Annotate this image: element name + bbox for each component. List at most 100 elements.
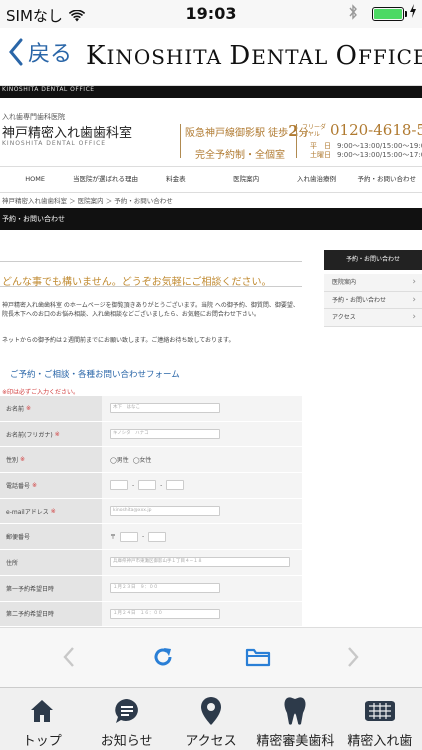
office-hours: 平 日 9:00～13:00/15:00～19:00 土曜日 9:00～13:00/… bbox=[310, 142, 422, 160]
title-part-ental: ENTAL bbox=[251, 45, 336, 69]
form-label: お名前 ※ bbox=[0, 396, 102, 421]
chevron-right-icon: › bbox=[412, 277, 416, 287]
form-row-postal: 郵便番号 〒 - bbox=[0, 524, 302, 551]
battery-tip bbox=[405, 11, 407, 17]
form-row-address: 住所 兵庫県神戸市東灘区御影山手１丁目４−１８ bbox=[0, 550, 302, 576]
sidebar-item-contact[interactable]: 予約・お問い合わせ › bbox=[324, 291, 422, 309]
hours-row: 土曜日 9:00～13:00/15:00～17:00 bbox=[310, 151, 422, 159]
reload-button[interactable] bbox=[148, 642, 178, 672]
tab-news[interactable]: お知らせ bbox=[84, 688, 168, 750]
page-header-bar: 予約・お問い合わせ bbox=[0, 208, 422, 230]
header-divider-2 bbox=[296, 124, 297, 158]
form-row-phone: 電話番号 ※ - - bbox=[0, 473, 302, 499]
form-row-pref1: 第一予約希望日時 １月２３日 ９：００ bbox=[0, 575, 302, 602]
clinic-subtitle: 入れ歯専門歯科医院 bbox=[2, 113, 65, 121]
postal-input-1[interactable] bbox=[120, 531, 139, 542]
kana-input[interactable]: キノシタ ハナコ bbox=[110, 429, 220, 440]
gender-female-radio[interactable]: ◯女性 bbox=[133, 455, 152, 464]
form-label: 電話番号 ※ bbox=[0, 473, 102, 498]
nav-contact[interactable]: 予約・お問い合わせ bbox=[352, 167, 422, 192]
reservation-note: ネットからの御予約は２週間前までにお願い致します。ご連絡お待ち致しております。 bbox=[2, 337, 235, 344]
pref2-input[interactable]: １月２４日 １６：００ bbox=[110, 608, 220, 619]
name-input[interactable]: 木下 はなこ bbox=[110, 403, 220, 414]
message-icon bbox=[110, 696, 144, 726]
required-note: ※印は必ずご入力ください。 bbox=[2, 389, 80, 396]
phone-input-3[interactable] bbox=[166, 480, 185, 491]
tab-bar: トップ お知らせ アクセス 精密審美歯科 精密入れ歯 bbox=[0, 687, 422, 750]
chevron-right-icon: › bbox=[412, 312, 416, 322]
chevron-left-icon bbox=[63, 647, 74, 667]
tab-label: 精密入れ歯 bbox=[347, 734, 413, 749]
form-row-gender: 性別 ※ ◯男性 ◯女性 bbox=[0, 447, 302, 474]
form-row-pref2: 第二予約希望日時 １月２４日 １６：００ bbox=[0, 601, 302, 627]
header-divider bbox=[180, 124, 181, 158]
title-part-inoshita: INOSHITA bbox=[106, 45, 230, 69]
tab-label: アクセス bbox=[185, 734, 237, 749]
tab-aesthetic-dentistry[interactable]: 精密審美歯科 bbox=[253, 688, 337, 750]
reservation-info: 完全予約制・全個室 bbox=[195, 150, 285, 161]
clinic-logo[interactable]: 神戸精密入れ歯歯科室 bbox=[2, 122, 132, 141]
browser-back-button[interactable] bbox=[54, 642, 84, 672]
site-global-nav: HOME 当医院が選ばれる理由 料金表 医院案内 入れ歯治療例 予約・お問い合わ… bbox=[0, 166, 422, 193]
tab-top[interactable]: トップ bbox=[0, 688, 84, 750]
access-info: 阪急神戸線御影駅 徒歩2分 bbox=[185, 122, 309, 140]
site-header: 入れ歯専門歯科医院 神戸精密入れ歯歯科室 KINOSHITA DENTAL OF… bbox=[0, 98, 422, 166]
contact-form: お名前 ※ 木下 はなこ お名前(フリガナ) ※ キノシタ ハナコ 性別 ※ ◯男性 ◯… bbox=[0, 396, 302, 627]
page-title: 予約・お問い合わせ bbox=[2, 215, 65, 223]
free-dial-label: フリーダイヤル bbox=[302, 124, 327, 138]
clock: 19:03 bbox=[185, 4, 237, 23]
access-minutes: 2 bbox=[288, 122, 299, 140]
sidebar-item-access[interactable]: アクセス › bbox=[324, 309, 422, 327]
form-label: 性別 ※ bbox=[0, 447, 102, 473]
title-part-ffice: FFICE bbox=[357, 45, 422, 69]
chevron-left-icon bbox=[9, 38, 23, 66]
phone-input-1[interactable] bbox=[110, 480, 128, 491]
form-label: 第二予約希望日時 bbox=[0, 601, 102, 627]
back-label: 戻る bbox=[28, 42, 73, 67]
home-icon bbox=[25, 696, 59, 726]
gender-male-radio[interactable]: ◯男性 bbox=[110, 455, 129, 464]
nav-clinic-info[interactable]: 医院案内 bbox=[211, 167, 281, 192]
bookmarks-button[interactable] bbox=[243, 642, 273, 672]
nav-pricing[interactable]: 料金表 bbox=[141, 167, 211, 192]
title-initial-k: K bbox=[86, 41, 107, 71]
divider bbox=[0, 286, 302, 287]
address-input[interactable]: 兵庫県神戸市東灘区御影山手１丁目４−１８ bbox=[110, 557, 290, 568]
access-text: 阪急神戸線御影駅 徒歩 bbox=[185, 128, 289, 139]
sidebar-header: 予約・お問い合わせ bbox=[324, 250, 422, 270]
tab-precision-dentures[interactable]: 精密入れ歯 bbox=[338, 688, 422, 750]
charging-icon bbox=[409, 3, 417, 23]
browser-toolbar bbox=[0, 627, 422, 687]
form-label: e-mailアドレス ※ bbox=[0, 498, 102, 524]
form-row-kana: お名前(フリガナ) ※ キノシタ ハナコ bbox=[0, 421, 302, 448]
reload-icon bbox=[154, 648, 172, 666]
browser-forward-button[interactable] bbox=[338, 642, 368, 672]
breadcrumb[interactable]: 神戸精密入れ歯歯科室 ＞ 医院案内 ＞ 予約・お問い合わせ bbox=[0, 194, 422, 208]
divider bbox=[0, 261, 302, 262]
app-header: 戻る KINOSHITA DENTAL OFFICE bbox=[0, 28, 422, 86]
tooth-icon bbox=[278, 696, 312, 726]
tab-label: お知らせ bbox=[100, 734, 153, 749]
form-title: ご予約・ご相談・各種お問い合わせフォーム bbox=[10, 370, 180, 380]
nav-cases[interactable]: 入れ歯治療例 bbox=[281, 167, 351, 192]
email-input[interactable]: kinoshita@xxx.jp bbox=[110, 506, 220, 517]
tab-access[interactable]: アクセス bbox=[169, 688, 253, 750]
nav-home[interactable]: HOME bbox=[0, 167, 70, 192]
nav-reasons[interactable]: 当医院が選ばれる理由 bbox=[70, 167, 140, 192]
bluetooth-icon bbox=[348, 4, 358, 24]
back-button[interactable]: 戻る bbox=[8, 36, 72, 68]
phone-number[interactable]: 0120-4618-52 bbox=[330, 121, 422, 139]
postal-input-2[interactable] bbox=[148, 531, 167, 542]
form-row-name: お名前 ※ 木下 はなこ bbox=[0, 396, 302, 422]
map-pin-icon bbox=[194, 696, 228, 726]
form-label: 郵便番号 bbox=[0, 524, 102, 550]
web-view[interactable]: KINOSHITA DENTAL OFFICE 入れ歯専門歯科医院 神戸精密入れ… bbox=[0, 86, 422, 627]
phone-input-2[interactable] bbox=[138, 480, 157, 491]
form-label: お名前(フリガナ) ※ bbox=[0, 421, 102, 447]
sidebar-item-clinic[interactable]: 医院案内 › bbox=[324, 274, 422, 292]
form-row-email: e-mailアドレス ※ kinoshita@xxx.jp bbox=[0, 498, 302, 525]
status-bar: SIMなし 19:03 bbox=[0, 0, 422, 28]
pref1-input[interactable]: １月２３日 ９：００ bbox=[110, 583, 220, 594]
battery-level bbox=[374, 9, 402, 19]
app-title: KINOSHITA DENTAL OFFICE bbox=[86, 41, 422, 71]
